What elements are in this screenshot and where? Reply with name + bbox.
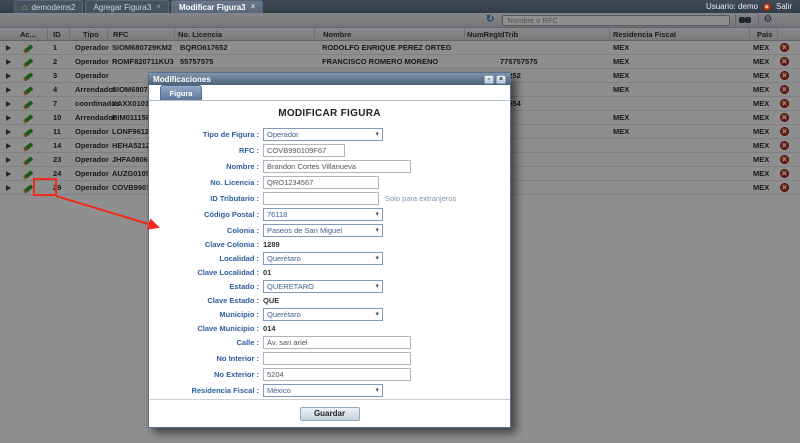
form-row: ID Tributario : Solo para extranjeros (149, 190, 510, 206)
rfc-label: RFC : (239, 145, 259, 155)
no-interior-field[interactable] (263, 351, 411, 365)
estado-label: Estado : (229, 281, 259, 291)
codigo-postal-select[interactable]: 76118 (263, 207, 383, 221)
nombre-label: Nombre : (226, 161, 259, 171)
no-exterior-field[interactable] (263, 367, 411, 381)
colonia-select[interactable]: Paseos de San Miguel (263, 223, 383, 237)
id-tributario-hint: Solo para extranjeros (385, 193, 457, 203)
form-row: Residencia Fiscal : México (149, 382, 510, 398)
clave-municipio-label: Clave Municipio : (197, 323, 259, 333)
form-row: Localidad : Querétaro (149, 250, 510, 266)
no-interior-label: No Interior : (216, 353, 260, 363)
modal-title-bar[interactable]: Modificaciones (149, 73, 510, 85)
form-row: Municipio : Querétaro (149, 306, 510, 322)
no-licencia-field[interactable] (263, 175, 379, 189)
localidad-label: Localidad : (219, 253, 259, 263)
form-fields: Tipo de Figura : Operador RFC : Nombre : No.… (149, 126, 510, 398)
municipio-select[interactable]: Querétaro (263, 307, 383, 321)
user-area: Usuario: demo Salir (706, 0, 800, 13)
modal-modificaciones: Modificaciones Figura MODIFICAR FIGURA T… (148, 72, 511, 428)
modal-title: Modificaciones (153, 74, 211, 84)
user-label: Usuario: demo (705, 2, 758, 11)
form-row: Clave Municipio : 014 (149, 322, 510, 334)
tab-modificar-figura3[interactable]: Modificar Figura3 × (170, 0, 264, 13)
minimize-icon[interactable] (484, 74, 494, 84)
residencia-fiscal-select[interactable]: México (263, 383, 383, 397)
codigo-postal-value: 76118 (267, 209, 288, 219)
close-icon[interactable] (496, 74, 506, 84)
home-icon: ⌂ (22, 1, 28, 12)
form-row: Clave Estado : QUE (149, 294, 510, 306)
form-row: No. Licencia : (149, 174, 510, 190)
form-row: Estado : QUERETARO (149, 278, 510, 294)
no-exterior-label: No Exterior : (213, 369, 259, 379)
form-row: Colonia : Paseos de San Miguel (149, 222, 510, 238)
tabs: ⌂ demodems2 Agregar Figura3 × Modificar … (14, 0, 264, 13)
tab-demodems2[interactable]: ⌂ demodems2 (14, 0, 84, 13)
calle-field[interactable] (263, 335, 411, 349)
clave-estado-value: QUE (263, 295, 280, 305)
tipo-de-figura-select[interactable]: Operador (263, 127, 383, 141)
municipio-value: Querétaro (267, 309, 301, 319)
form-row: Calle : (149, 334, 510, 350)
no-licencia-label: No. Licencia : (210, 177, 259, 187)
form-row: Clave Localidad : 01 (149, 266, 510, 278)
nombre-field[interactable] (263, 159, 411, 173)
calle-label: Calle : (236, 337, 259, 347)
modal-tab-strip: Figura (149, 85, 510, 101)
estado-select[interactable]: QUERETARO (263, 279, 383, 293)
form-row: RFC : (149, 142, 510, 158)
localidad-select[interactable]: Querétaro (263, 251, 383, 265)
clave-colonia-value: 1289 (263, 239, 280, 249)
id-tributario-field[interactable] (263, 191, 379, 205)
form-row: No Interior : (149, 350, 510, 366)
highlight-arrow (55, 195, 160, 230)
residencia-fiscal-value: México (267, 385, 291, 395)
estado-value: QUERETARO (267, 281, 314, 291)
tipo-de-figura-value: Operador (267, 129, 299, 139)
logout-icon[interactable] (762, 2, 771, 11)
clave-estado-label: Clave Estado : (207, 295, 259, 305)
form-row: Clave Colonia : 1289 (149, 238, 510, 250)
close-icon[interactable]: × (156, 3, 161, 11)
clave-localidad-value: 01 (263, 267, 272, 277)
tab-agregar-figura3[interactable]: Agregar Figura3 × (85, 0, 169, 13)
close-icon[interactable]: × (251, 3, 256, 11)
form-row: Nombre : (149, 158, 510, 174)
tipo-de-figura-label: Tipo de Figura : (202, 129, 259, 139)
guardar-button[interactable]: Guardar (299, 407, 360, 421)
clave-municipio-value: 014 (263, 323, 276, 333)
modal-body: MODIFICAR FIGURA Tipo de Figura : Operado… (149, 101, 510, 398)
clave-colonia-label: Clave Colonia : (204, 239, 259, 249)
municipio-label: Municipio : (219, 309, 259, 319)
residencia-fiscal-label: Residencia Fiscal : (191, 385, 259, 395)
form-row: Código Postal :76118 (149, 206, 510, 222)
tab-label: demodems2 (31, 2, 76, 12)
form-row: Tipo de Figura : Operador (149, 126, 510, 142)
logout-button[interactable]: Salir (776, 2, 792, 11)
colonia-value: Paseos de San Miguel (267, 225, 343, 235)
form-heading: MODIFICAR FIGURA (278, 108, 381, 119)
tab-label: Agregar Figura3 (93, 2, 152, 12)
tab-label: Modificar Figura3 (178, 2, 246, 12)
rfc-field[interactable] (263, 143, 345, 157)
clave-localidad-label: Clave Localidad : (197, 267, 259, 277)
form-row: No Exterior : (149, 366, 510, 382)
localidad-value: Querétaro (267, 253, 301, 263)
tab-figura[interactable]: Figura (160, 85, 202, 100)
top-tab-bar: ⌂ demodems2 Agregar Figura3 × Modificar … (0, 0, 800, 13)
modal-footer: Guardar (149, 399, 510, 427)
